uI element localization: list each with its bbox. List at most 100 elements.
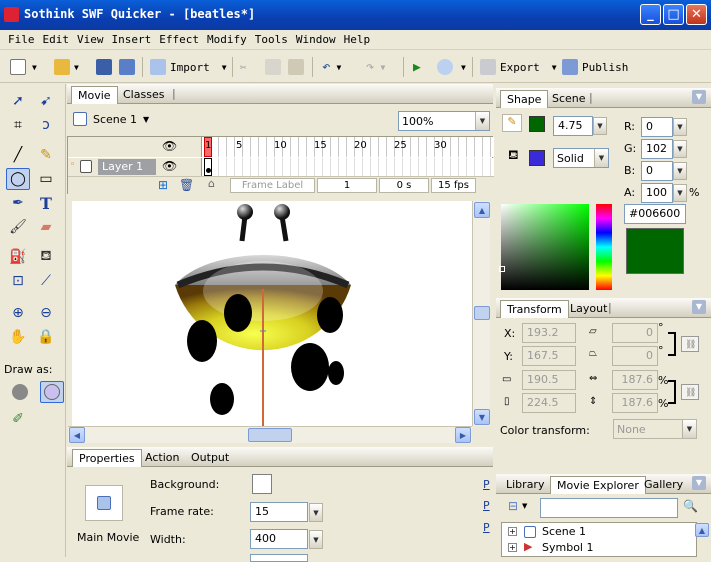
pencil-tool[interactable]: ✎	[34, 144, 58, 166]
chevron-down-icon[interactable]: ▼	[673, 162, 687, 180]
layer-row[interactable]: ◦ Layer 1 👁	[68, 158, 202, 176]
chevron-down-icon[interactable]: ▼	[461, 63, 466, 72]
chevron-down-icon[interactable]: ▼	[475, 112, 489, 130]
color-gradient-picker[interactable]	[499, 204, 589, 290]
menu-modify[interactable]: Modify	[203, 30, 251, 49]
transform-tool[interactable]: ⌗	[6, 114, 30, 136]
draw-as-merge-option[interactable]	[8, 381, 32, 403]
chevron-down-icon[interactable]: ▼	[673, 140, 687, 158]
color-transform-select[interactable]: None ▼	[613, 419, 697, 439]
chevron-down-icon[interactable]: ▼	[673, 184, 687, 202]
publish-button[interactable]: Publish	[562, 57, 628, 77]
chevron-down-icon[interactable]: ▼	[74, 63, 79, 72]
y-input[interactable]: 167.5	[522, 346, 576, 366]
search-icon[interactable]: 🔍	[683, 499, 698, 513]
red-input[interactable]: 0	[641, 117, 673, 137]
beetle-drawing[interactable]	[72, 201, 472, 426]
tree-item-symbol[interactable]: + ▶ Symbol 1	[502, 540, 696, 557]
fill-transform-tool[interactable]: ⊡	[6, 270, 30, 292]
menu-edit[interactable]: Edit	[39, 30, 74, 49]
stroke-width-input[interactable]: 4.75	[553, 116, 593, 136]
tab-gallery[interactable]: Gallery	[638, 476, 689, 494]
line-tool[interactable]: ╱	[6, 144, 30, 166]
rectangle-tool[interactable]: ▭	[34, 168, 58, 190]
hand-tool[interactable]: ✋	[6, 326, 30, 348]
copy-button[interactable]	[265, 57, 281, 77]
menu-window[interactable]: Window	[292, 30, 340, 49]
scroll-thumb[interactable]	[474, 306, 490, 320]
fill-color-swatch[interactable]	[529, 150, 545, 166]
blue-input[interactable]: 0	[641, 161, 673, 181]
frame-rate-input[interactable]: 15	[250, 502, 308, 522]
chevron-down-icon[interactable]: ▼	[143, 115, 149, 124]
skew-y-input[interactable]: 0	[612, 346, 658, 366]
menu-help[interactable]: Help	[340, 30, 375, 49]
chevron-down-icon[interactable]: ▼	[222, 63, 227, 72]
redo-button[interactable]: ↷ ▼	[366, 57, 385, 77]
play-button[interactable]: ▶	[413, 57, 421, 77]
open-button[interactable]: ▼	[54, 57, 79, 77]
arrow-tool[interactable]: ➚	[6, 90, 30, 112]
pen-tool[interactable]: ✒	[6, 192, 30, 214]
scroll-down-icon[interactable]: ▼	[474, 409, 490, 425]
chevron-down-icon[interactable]: ▼	[380, 63, 385, 72]
tab-library[interactable]: Library	[500, 476, 550, 494]
frame-label-input[interactable]: Frame Label	[230, 178, 315, 193]
chevron-down-icon[interactable]: ▼	[593, 117, 607, 135]
text-tool[interactable]: T	[34, 192, 58, 214]
export-button[interactable]: Export ▼	[480, 57, 557, 77]
undo-button[interactable]: ↶ ▼	[322, 57, 341, 77]
collapse-icon[interactable]: ▼	[692, 90, 706, 104]
layer-frames[interactable]	[203, 158, 494, 176]
tree-item-scene[interactable]: + Scene 1	[502, 525, 696, 541]
stage-canvas[interactable]	[72, 201, 472, 426]
tab-scene[interactable]: Scene	[546, 90, 592, 108]
width-input[interactable]: 400	[250, 529, 308, 549]
stage-vertical-scrollbar[interactable]: ▲ ▼	[472, 201, 490, 426]
save-button[interactable]	[96, 57, 112, 77]
zoom-select[interactable]: 100% ▼	[398, 111, 490, 131]
w-input[interactable]: 190.5	[522, 370, 576, 390]
chevron-down-icon[interactable]: ▼	[309, 530, 323, 549]
tab-movie-explorer[interactable]: Movie Explorer	[550, 476, 646, 494]
expand-icon[interactable]: +	[508, 543, 517, 552]
green-input[interactable]: 102	[641, 139, 673, 159]
straighten-tool[interactable]: ✐	[6, 408, 30, 430]
x-input[interactable]: 193.2	[522, 323, 576, 343]
menu-effect[interactable]: Effect	[155, 30, 203, 49]
maximize-button[interactable]: □	[663, 4, 684, 25]
fill-style-select[interactable]: Solid ▼	[553, 148, 609, 168]
tab-classes[interactable]: Classes	[117, 86, 170, 104]
skew-x-input[interactable]: 0	[612, 323, 658, 343]
lock-ratio-button[interactable]: ⛓	[681, 336, 699, 352]
tab-shape[interactable]: Shape	[500, 90, 549, 108]
import-button[interactable]: Import ▼	[150, 57, 227, 77]
preview-button[interactable]: ▼	[437, 57, 466, 77]
menu-file[interactable]: File	[0, 30, 39, 49]
chevron-down-icon[interactable]: ▼	[522, 502, 527, 510]
property-link[interactable]: P	[483, 521, 490, 534]
add-layer-icon[interactable]: ⊞	[158, 178, 168, 192]
close-button[interactable]: ✕	[686, 4, 707, 25]
stroke-color-swatch[interactable]	[529, 116, 545, 132]
brush-tool[interactable]: 🖌	[6, 216, 30, 238]
property-link[interactable]: P	[483, 478, 490, 491]
lasso-tool[interactable]: ↄ	[34, 114, 58, 136]
hue-slider[interactable]	[596, 204, 612, 290]
scroll-left-icon[interactable]: ◀	[69, 427, 85, 443]
explorer-view-icon[interactable]: ⊟	[508, 499, 518, 513]
eye-icon[interactable]: 👁	[162, 139, 177, 153]
chevron-down-icon[interactable]: ▼	[594, 149, 608, 167]
scene-selector[interactable]: Scene 1 ▼	[73, 112, 149, 126]
background-color-swatch[interactable]	[252, 474, 272, 494]
zoom-out-tool[interactable]: ⊖	[34, 302, 58, 324]
h-input[interactable]: 224.5	[522, 393, 576, 413]
explorer-search-input[interactable]	[540, 498, 678, 518]
tab-properties[interactable]: Properties	[72, 449, 142, 467]
frame-ruler[interactable]: 1 5 10 15 20 25 30	[203, 137, 494, 157]
chevron-down-icon[interactable]: ▼	[673, 118, 687, 136]
chevron-down-icon[interactable]: ▼	[32, 63, 37, 72]
oval-tool[interactable]: ◯	[6, 168, 30, 190]
new-file-button[interactable]: ▼	[10, 57, 37, 77]
hex-input[interactable]: #006600	[624, 204, 686, 224]
